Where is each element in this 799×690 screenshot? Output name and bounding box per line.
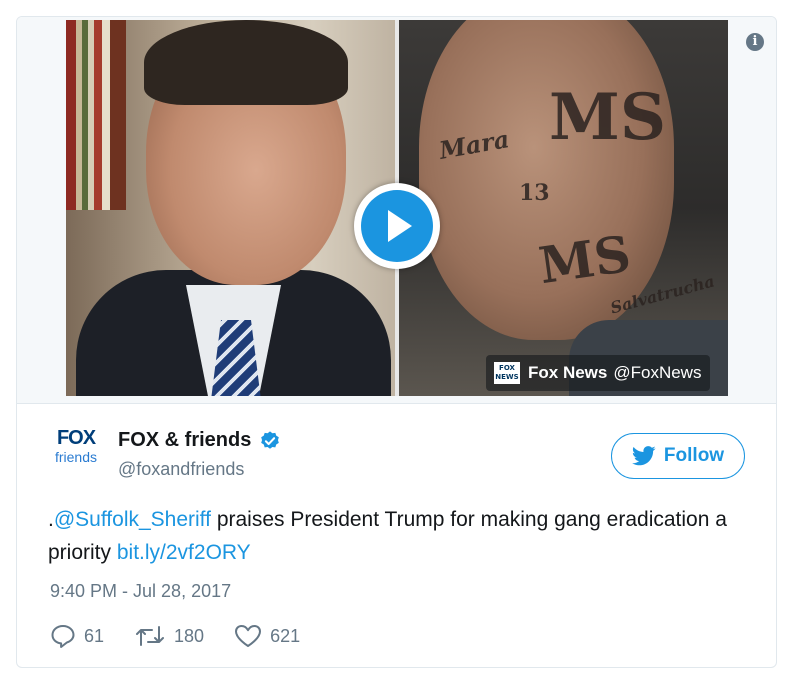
video-thumbnail[interactable]: MS MS 13 Mara Salvatrucha FOX NEWS Fox N… [66,20,728,396]
tweet-text: .@Suffolk_Sheriff praises President Trum… [48,503,738,569]
tweet-url-link[interactable]: bit.ly/2vf2ORY [117,541,251,564]
right-photo-gang-member: MS MS 13 Mara Salvatrucha [399,20,728,396]
fox-news-logo-icon: FOX NEWS [494,362,520,384]
media-attribution[interactable]: FOX NEWS Fox News @FoxNews [486,355,710,391]
mention-link[interactable]: @Suffolk_Sheriff [54,508,211,531]
attribution-handle: @FoxNews [613,363,702,382]
play-button[interactable] [354,183,440,269]
reply-count: 61 [84,625,105,646]
left-photo-sheriff [66,20,395,396]
info-icon[interactable]: i [746,33,764,51]
like-action[interactable]: 621 [234,624,300,648]
avatar[interactable]: FOX friends [50,427,102,479]
hair-left [144,20,348,105]
bookshelf [66,20,126,210]
reply-icon [51,625,75,648]
twitter-bird-icon [631,446,656,466]
embedded-tweet-card: MS MS 13 Mara Salvatrucha FOX NEWS Fox N… [16,16,777,668]
account-handle[interactable]: @foxandfriends [118,459,244,480]
tattoo-ms-forehead: MS [549,80,667,155]
tweet-timestamp[interactable]: 9:40 PM - Jul 28, 2017 [50,581,231,602]
like-count: 621 [270,625,301,646]
follow-button[interactable]: Follow [611,433,745,479]
play-triangle [388,210,412,242]
avatar-logo-friends: friends [54,449,98,465]
account-name-row[interactable]: FOX & friends [118,429,281,452]
avatar-logo-fox: FOX [56,427,96,449]
retweet-action[interactable]: 180 [134,625,204,647]
tattoo-13: 13 [519,180,550,206]
heart-icon [235,625,262,647]
mini-logo-line1: FOX [499,364,515,372]
media-area: MS MS 13 Mara Salvatrucha FOX NEWS Fox N… [17,17,776,404]
retweet-count: 180 [174,625,205,646]
verified-badge-icon [261,430,280,449]
play-icon [361,190,433,262]
tattoo-ms-cheek: MS [535,223,635,296]
retweet-icon [136,626,165,646]
attribution-name: Fox News [528,363,608,382]
account-name: FOX & friends [118,429,252,451]
mini-logo-line2: NEWS [495,373,519,381]
follow-label: Follow [663,445,725,466]
reply-action[interactable]: 61 [50,624,104,648]
action-bar: 61 180 621 [50,623,330,649]
tweet-body: FOX friends FOX & friends @foxandfriends… [17,403,776,667]
